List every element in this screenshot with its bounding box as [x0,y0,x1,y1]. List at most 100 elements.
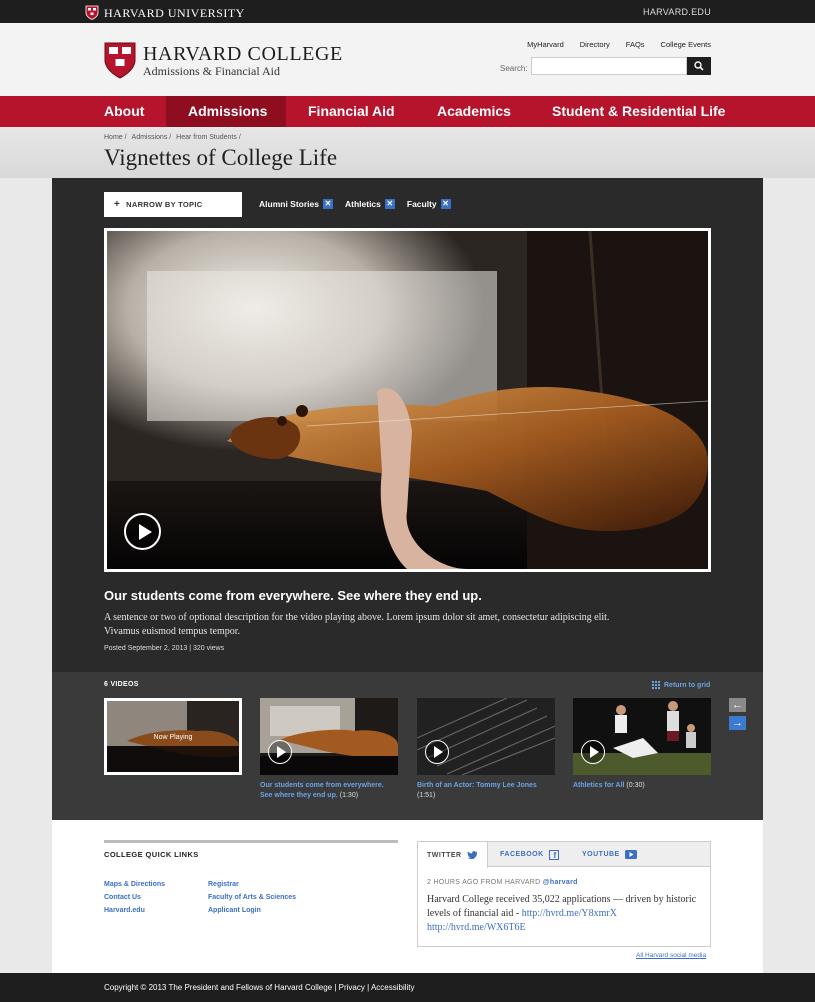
video-section: + NARROW BY TOPIC Alumni Stories ✕ Athleti… [52,178,763,672]
narrow-by-topic-button[interactable]: + NARROW BY TOPIC [104,192,242,217]
site-header: HARVARD COLLEGE Admissions & Financial A… [0,23,815,96]
next-arrow-icon[interactable]: → [729,716,746,730]
main-nav: About Admissions Financial Aid Academics… [0,96,815,127]
video-player[interactable] [104,228,711,572]
breadcrumb-hear-from-students[interactable]: Hear from Students [176,134,237,141]
thumb-duration: (0:30) [626,782,645,789]
thumb-title: Our students come from everywhere. [260,782,384,789]
thumb-title: Athletics for All [573,782,625,789]
copyright-text: Copyright © 2013 The President and Fello… [104,983,333,992]
quick-links-column: Maps & Directions Contact Us Harvard.edu [104,878,165,917]
tweet-text: Harvard College received 35,022 applicat… [427,893,702,935]
util-link-directory[interactable]: Directory [580,40,610,49]
filter-label: Athletics [344,199,381,209]
title-area: Home / Admissions / Hear from Students /… [0,127,815,178]
search-button[interactable] [687,57,711,75]
util-link-college-events[interactable]: College Events [661,40,711,49]
tab-label: FACEBOOK [500,851,544,858]
university-bar: HARVARD UNIVERSITY HARVARD.EDU [0,0,815,23]
college-title[interactable]: HARVARD COLLEGE [143,43,343,66]
copyright-bar: Copyright © 2013 The President and Fello… [0,973,815,1002]
filter-tag: Faculty ✕ [407,199,451,209]
thumb-caption[interactable]: Birth of an Actor: Tommy Lee Jones (1:51… [417,781,557,801]
video-title: Our students come from everywhere. See w… [104,588,482,603]
tab-label: YOUTUBE [582,851,620,858]
tab-youtube[interactable]: YOUTUBE [582,842,637,867]
remove-filter-icon[interactable]: ✕ [322,199,333,209]
thumb-caption[interactable]: Our students come from everywhere. See w… [260,781,400,801]
search-input[interactable] [531,57,687,75]
facebook-icon: f [548,849,559,860]
quick-link-fas[interactable]: Faculty of Arts & Sciences [208,891,296,904]
prev-arrow-icon[interactable]: ← [729,698,746,712]
plus-icon: + [114,199,121,210]
breadcrumb-home[interactable]: Home [104,134,123,141]
remove-filter-icon[interactable]: ✕ [384,199,395,209]
nav-admissions[interactable]: Admissions [166,96,286,127]
nav-about[interactable]: About [104,96,144,127]
tweet-meta: 2 HOURS AGO FROM HARVARD @harvard [427,879,578,886]
play-icon[interactable] [124,513,161,550]
remove-filter-icon[interactable]: ✕ [440,199,451,209]
video-meta: Posted September 2, 2013 | 320 views [104,645,225,652]
quick-link-registrar[interactable]: Registrar [208,878,296,891]
violin-video-frame [107,231,708,569]
nav-academics[interactable]: Academics [437,96,511,127]
university-name[interactable]: HARVARD UNIVERSITY [104,6,245,21]
college-subtitle: Admissions & Financial Aid [143,64,281,78]
social-tabs: TWITTER FACEBOOK f YOUTUBE [418,842,710,868]
thumb-title: Birth of an Actor: Tommy Lee Jones [417,782,537,789]
thumb-caption[interactable]: Athletics for All (0:30) [573,781,713,791]
tab-facebook[interactable]: FACEBOOK f [500,842,559,867]
harvard-edu-link[interactable]: HARVARD.EDU [643,7,711,17]
accessibility-link[interactable]: Accessibility [371,983,415,992]
tab-twitter[interactable]: TWITTER [418,842,488,868]
quick-link-contact[interactable]: Contact Us [104,891,165,904]
twitter-handle-link[interactable]: @harvard [543,879,578,886]
quick-links-column: Registrar Faculty of Arts & Sciences App… [208,878,296,917]
return-to-grid-link[interactable]: Return to grid [652,681,710,689]
now-playing-label: Now Playing [153,734,193,741]
thumb-video[interactable] [573,698,711,775]
util-link-myharvard[interactable]: MyHarvard [527,40,564,49]
filter-label: Alumni Stories [259,199,319,209]
tweet-link[interactable]: http://hvrd.me/WX6T6E [427,922,526,933]
youtube-icon [624,850,637,859]
video-count: 6 VIDEOS [104,681,139,688]
play-icon[interactable] [581,740,605,764]
narrow-label: NARROW BY TOPIC [126,200,203,209]
page-title: Vignettes of College Life [104,145,338,170]
harvard-shield-icon [85,5,99,20]
active-filters: Alumni Stories ✕ Athletics ✕ Faculty ✕ [259,199,463,209]
privacy-link[interactable]: Privacy [339,983,365,992]
play-icon[interactable] [425,740,449,764]
college-shield-icon[interactable] [104,42,136,79]
return-to-grid-label: Return to grid [664,681,711,689]
video-description: A sentence or two of optional descriptio… [104,612,610,637]
tweet-link[interactable]: http://hvrd.me/Y8xmrX [522,908,617,919]
quick-link-maps[interactable]: Maps & Directions [104,878,165,891]
play-icon[interactable] [268,740,292,764]
thumb-duration: (1:30) [339,792,359,799]
breadcrumb-admissions[interactable]: Admissions [132,134,168,141]
filter-tag: Athletics ✕ [345,199,395,209]
divider [104,840,398,843]
search-icon [694,61,704,71]
utility-links: MyHarvard Directory FAQs College Events [511,40,711,49]
breadcrumb: Home / Admissions / Hear from Students / [104,134,241,141]
all-social-media-link[interactable]: All Harvard social media [636,952,706,959]
filter-tag: Alumni Stories ✕ [259,199,333,209]
util-link-faqs[interactable]: FAQs [626,40,645,49]
thumb-video[interactable] [260,698,398,775]
copyright: Copyright © 2013 The President and Fello… [104,983,415,992]
nav-financial-aid[interactable]: Financial Aid [308,96,395,127]
thumb-title-line2: See where they end up. [260,792,338,799]
nav-student-residential-life[interactable]: Student & Residential Life [552,96,725,127]
search-label: Search: [500,64,528,73]
video-strip: 6 VIDEOS Return to grid Now Playing Our … [52,672,763,820]
thumb-video[interactable] [417,698,555,775]
quick-link-harvard-edu[interactable]: Harvard.edu [104,904,165,917]
thumb-now-playing[interactable]: Now Playing [104,698,242,775]
quick-link-applicant-login[interactable]: Applicant Login [208,904,296,917]
tweet-time: 2 HOURS AGO FROM HARVARD [427,879,541,886]
